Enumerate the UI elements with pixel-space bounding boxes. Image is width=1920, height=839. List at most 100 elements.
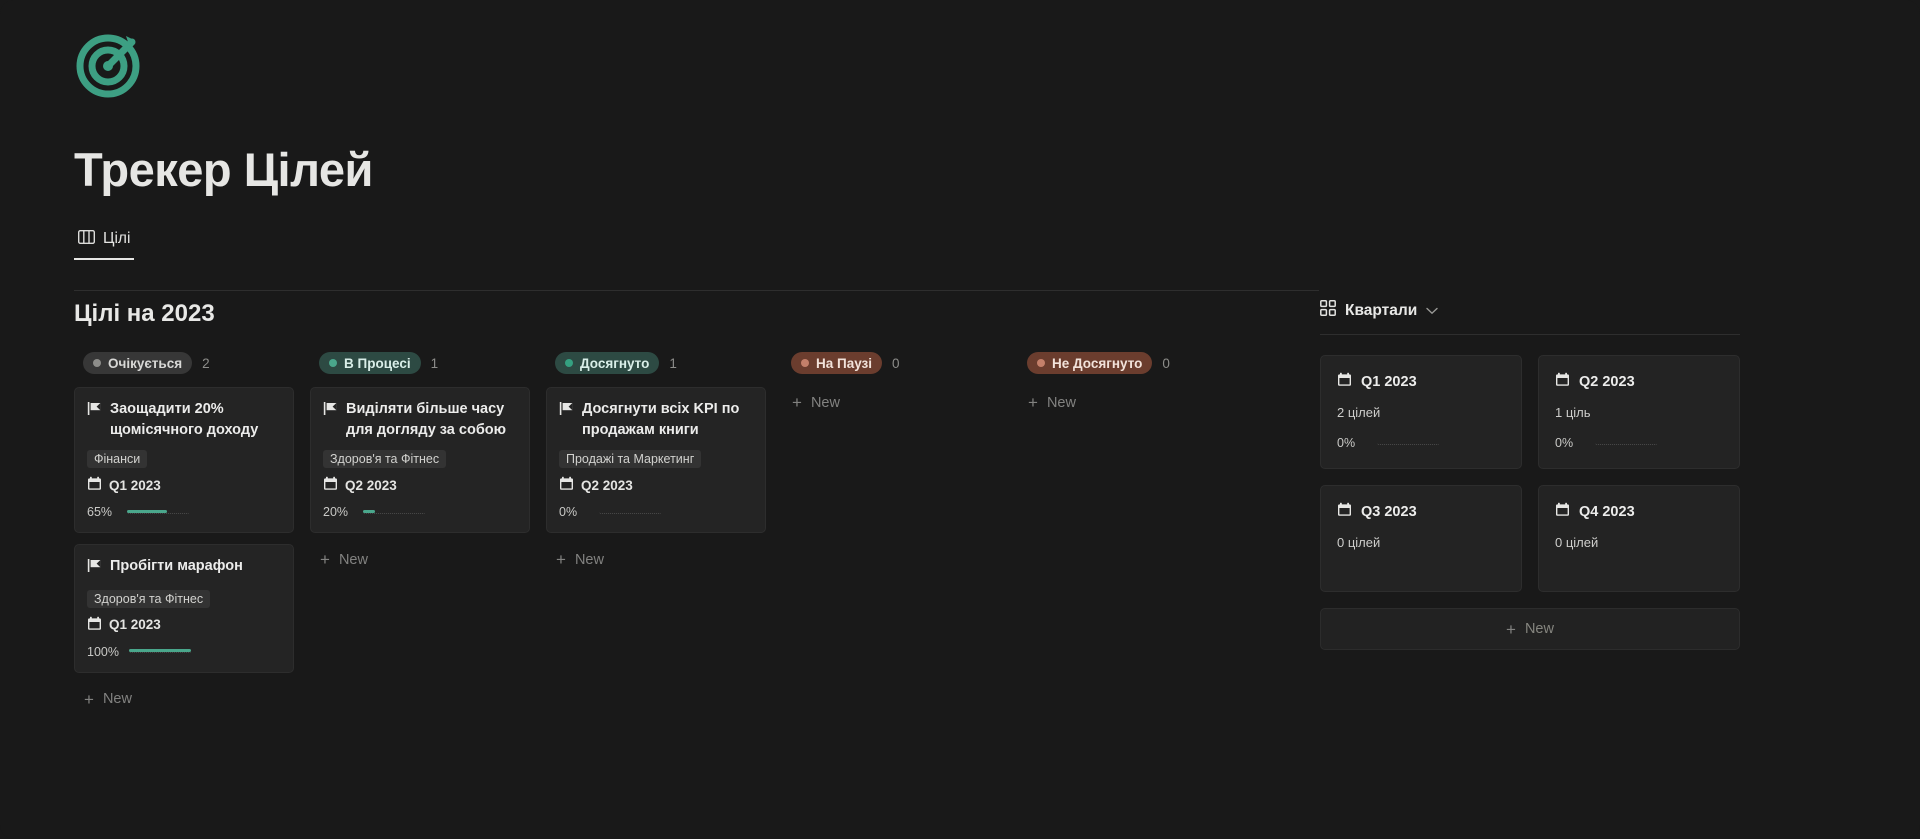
goal-quarter-label: Q1 2023 — [109, 617, 161, 633]
plus-icon: + — [1506, 619, 1516, 639]
quarter-progress-label: 0% — [1555, 436, 1574, 450]
quarters-grid: Q1 2023 2 цілей 0% Q2 2023 1 ціль 0% Q3 2023 0 … — [1320, 355, 1740, 592]
status-dot-icon — [93, 359, 101, 367]
goal-card-title: Досягнути всіх KPI по продажам книги — [582, 401, 740, 438]
plus-icon: + — [1028, 393, 1038, 412]
goal-category-tag[interactable]: Продажі та Маркетинг — [559, 450, 702, 469]
column-count: 1 — [430, 355, 439, 371]
quarter-card[interactable]: Q2 2023 1 ціль 0% — [1538, 355, 1740, 469]
goal-card-title: Пробігти марафон — [110, 558, 243, 575]
goal-progress-bar — [599, 511, 661, 514]
goal-progress-fill — [363, 509, 376, 513]
page-title: Трекер Цілей — [74, 143, 373, 196]
status-badge[interactable]: Досягнуто — [555, 352, 660, 374]
tab-goals[interactable]: Цілі — [74, 226, 135, 260]
goal-quarter-label: Q2 2023 — [345, 477, 397, 493]
status-badge[interactable]: На Паузі — [791, 352, 883, 374]
goal-quarter-row: Q2 2023 — [559, 476, 753, 494]
calendar-icon — [1555, 502, 1570, 521]
column-new-label: New — [338, 551, 368, 568]
goal-quarter-label: Q1 2023 — [109, 477, 161, 493]
page-header: Трекер Цілей — [0, 0, 1920, 196]
quarter-card-title: Q4 2023 — [1579, 503, 1635, 520]
chevron-down-icon[interactable] — [1426, 304, 1438, 318]
column-new-label: New — [102, 691, 132, 708]
target-icon — [74, 28, 148, 100]
quarter-progress: 0% — [1337, 436, 1505, 450]
board-region: Цілі на 2023 Очікується 2 Заощадити 20% що… — [0, 300, 1320, 715]
goal-progress: 20% — [323, 505, 517, 519]
plus-icon: + — [556, 550, 566, 570]
column-new-label: New — [574, 551, 604, 568]
column-count: 1 — [669, 355, 677, 371]
tab-underline-divider — [74, 290, 1319, 291]
column-new-label: New — [1046, 394, 1076, 411]
board-column: Не Досягнуто 0 + New — [1018, 352, 1254, 715]
quarter-card-title-row: Q3 2023 — [1337, 502, 1505, 521]
quarter-card-title-row: Q4 2023 — [1555, 502, 1723, 521]
status-badge[interactable]: В Процесі — [319, 352, 421, 374]
quarter-new-button[interactable]: + New — [1320, 608, 1740, 650]
goal-card-title-row: Заощадити 20% щомісячного доходу — [87, 399, 281, 440]
quarter-card[interactable]: Q3 2023 0 цілей — [1320, 485, 1522, 592]
goal-category-tag[interactable]: Здоров'я та Фітнес — [323, 450, 447, 469]
flag-icon — [559, 401, 574, 423]
goal-card-title: Виділяти більше часу для догляду за собо… — [346, 401, 507, 438]
goal-category-tag[interactable]: Здоров'я та Фітнес — [87, 589, 211, 608]
goal-progress-label: 65% — [87, 505, 113, 520]
column-new-button[interactable]: + New — [1018, 387, 1238, 418]
goal-card[interactable]: Пробігти марафон Здоров'я та Фітнес Q1 202… — [74, 544, 294, 673]
goal-card[interactable]: Заощадити 20% щомісячного доходу Фінанси Q… — [74, 387, 294, 534]
status-dot-icon — [329, 359, 337, 367]
status-badge[interactable]: Очікується — [83, 352, 193, 374]
column-new-button[interactable]: + New — [546, 544, 766, 575]
column-header: Досягнуто 1 — [546, 352, 782, 374]
goal-card-title-row: Виділяти більше часу для догляду за собо… — [323, 399, 517, 440]
goal-progress-fill — [128, 649, 191, 653]
goal-progress: 100% — [87, 645, 281, 659]
quarter-card-title-row: Q2 2023 — [1555, 372, 1723, 391]
column-header: В Процесі 1 — [310, 352, 546, 374]
tab-bar: Цілі — [0, 226, 1920, 260]
quarter-card-title: Q2 2023 — [1579, 373, 1635, 390]
calendar-icon — [1337, 502, 1352, 521]
goal-progress-label: 20% — [323, 505, 349, 520]
quarters-panel: Квартали Q1 2023 2 цілей 0% Q2 2023 1 ціль 0%… — [1320, 300, 1800, 715]
board-heading: Цілі на 2023 — [74, 300, 215, 327]
status-badge-label: В Процесі — [344, 355, 411, 371]
board-column: На Паузі 0 + New — [782, 352, 1018, 715]
goal-card[interactable]: Досягнути всіх KPI по продажам книги Прод… — [546, 387, 766, 534]
column-header: Очікується 2 — [74, 352, 310, 374]
column-count: 2 — [202, 355, 210, 371]
plus-icon: + — [320, 550, 330, 570]
column-count: 0 — [892, 355, 900, 371]
quarters-panel-title: Квартали — [1345, 301, 1418, 319]
status-badge-label: Досягнуто — [580, 355, 650, 371]
column-new-button[interactable]: + New — [74, 684, 294, 715]
quarter-progress-bar — [1377, 442, 1439, 445]
goal-card[interactable]: Виділяти більше часу для догляду за собо… — [310, 387, 530, 534]
goal-progress-label: 0% — [559, 505, 578, 520]
quarters-panel-header[interactable]: Квартали — [1320, 300, 1740, 334]
quarter-progress-label: 0% — [1337, 436, 1356, 450]
calendar-icon — [1555, 372, 1570, 391]
column-new-button[interactable]: + New — [310, 544, 530, 575]
flag-icon — [323, 401, 338, 423]
status-badge-label: Не Досягнуто — [1052, 355, 1143, 371]
calendar-icon — [559, 476, 574, 494]
quarter-card[interactable]: Q1 2023 2 цілей 0% — [1320, 355, 1522, 469]
goal-quarter-label: Q2 2023 — [581, 477, 633, 493]
status-badge-label: На Паузі — [816, 355, 873, 371]
quarter-card-title-row: Q1 2023 — [1337, 372, 1505, 391]
quarter-new-label: New — [1524, 621, 1554, 637]
quarter-card[interactable]: Q4 2023 0 цілей — [1538, 485, 1740, 592]
goal-category-tag[interactable]: Фінанси — [87, 450, 148, 469]
goal-quarter-row: Q1 2023 — [87, 616, 281, 634]
tab-goals-label: Цілі — [103, 230, 131, 248]
board-column: В Процесі 1 Виділяти більше часу для догля… — [310, 352, 546, 715]
goal-card-title-row: Досягнути всіх KPI по продажам книги — [559, 399, 753, 440]
grid-icon — [1320, 300, 1336, 321]
goal-progress: 0% — [559, 505, 753, 519]
status-badge[interactable]: Не Досягнуто — [1027, 352, 1153, 374]
column-new-button[interactable]: + New — [782, 387, 1002, 418]
